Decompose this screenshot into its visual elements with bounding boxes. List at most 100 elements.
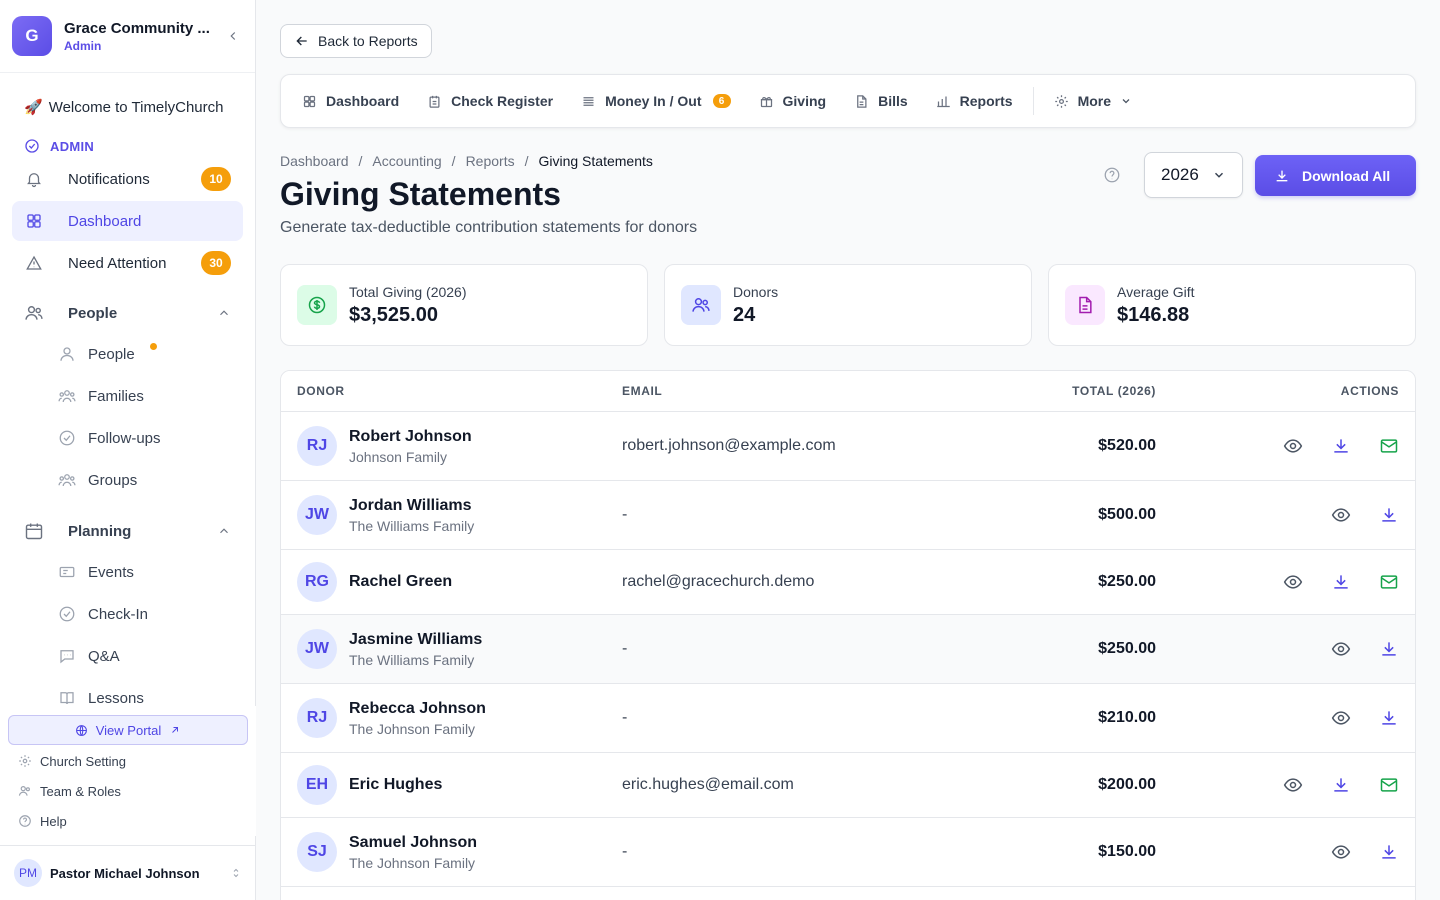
tab-check-register[interactable]: Check Register [427,93,553,109]
sidebar-item-label: Families [88,387,144,405]
donor-name[interactable]: Robert Johnson [349,428,472,446]
donor-email: rachel@gracechurch.demo [622,573,815,590]
sidebar-item-need-attention[interactable]: Need Attention 30 [12,243,243,283]
donor-name[interactable]: Jasmine Williams [349,631,482,649]
notifications-badge: 10 [201,167,231,191]
help-icon[interactable] [1103,166,1121,184]
sidebar-item-label: Notifications [68,170,150,188]
sidebar-section-people[interactable]: People [12,293,243,333]
year-select[interactable]: 2026 [1144,152,1243,198]
donor-name[interactable]: Rebecca Johnson [349,700,486,718]
team-roles-link[interactable]: Team & Roles [0,776,256,806]
user-icon [58,345,76,363]
tab-label: Check Register [451,93,554,109]
sidebar-item-label: Check-In [88,605,149,623]
breadcrumb-dashboard[interactable]: Dashboard [280,153,349,169]
collapse-sidebar-icon[interactable] [223,26,243,46]
column-header-email[interactable]: EMAIL [622,384,922,398]
breadcrumb-reports[interactable]: Reports [466,153,515,169]
donor-total: $210.00 [1098,709,1156,726]
download-all-button[interactable]: Download All [1255,155,1416,196]
welcome-label: Welcome to TimelyChurch [48,98,224,116]
download-statement-icon[interactable] [1379,708,1399,728]
donor-name[interactable]: Eric Hughes [349,776,442,794]
view-statement-icon[interactable] [1331,639,1351,659]
back-to-reports-button[interactable]: Back to Reports [280,24,432,58]
table-row[interactable]: EH Eric Hughes eric.hughes@email.com $200.0… [281,753,1415,818]
chat-icon [58,647,76,665]
download-statement-icon[interactable] [1379,639,1399,659]
table-row[interactable]: RJ Rebecca Johnson The Johnson Family - $210… [281,684,1415,753]
church-setting-link[interactable]: Church Setting [0,746,256,776]
breadcrumb-accounting[interactable]: Accounting [372,153,441,169]
tab-giving[interactable]: Giving [759,93,826,109]
view-statement-icon[interactable] [1283,775,1303,795]
help-link[interactable]: Help [0,806,256,836]
user-menu[interactable]: PM Pastor Michael Johnson [0,845,256,900]
breadcrumb-separator: / [524,153,529,169]
breadcrumb-separator: / [451,153,456,169]
sidebar-item-label: Dashboard [68,212,142,230]
view-statement-icon[interactable] [1283,436,1303,456]
tab-more[interactable]: More [1054,93,1132,109]
sidebar-item-qa[interactable]: Q&A [12,635,243,677]
table-row[interactable]: RJ Robert Johnson Johnson Family robert.joh… [281,412,1415,481]
view-portal-button[interactable]: View Portal [8,715,248,745]
tab-dashboard[interactable]: Dashboard [302,93,399,109]
column-header-total[interactable]: TOTAL (2026) [922,384,1156,398]
sidebar-item-people[interactable]: People [12,333,243,375]
sidebar-item-groups[interactable]: Groups [12,459,243,501]
column-header-actions: ACTIONS [1340,384,1399,398]
church-setting-label: Church Setting [40,753,126,769]
download-statement-icon[interactable] [1379,842,1399,862]
welcome-link[interactable]: 🚀 Welcome to TimelyChurch [12,93,243,121]
sidebar-item-events[interactable]: Events [12,551,243,593]
download-statement-icon[interactable] [1331,436,1351,456]
donor-name[interactable]: Samuel Johnson [349,834,477,852]
row-actions [1156,639,1415,659]
donor-family: The Johnson Family [349,720,476,737]
stats-row: Total Giving (2026) $3,525.00 Donors 24 … [280,264,1416,346]
new-indicator-dot [150,343,157,350]
email-statement-icon[interactable] [1379,572,1399,592]
sidebar-item-label: Need Attention [68,254,167,272]
donor-cell: SJ Samuel Johnson The Johnson Family [281,832,622,872]
tab-bills[interactable]: Bills [854,93,908,109]
tab-reports[interactable]: Reports [936,93,1013,109]
sidebar-footer: View Portal Church Setting Team & Roles … [0,706,256,836]
check-circle-icon [25,139,39,153]
email-statement-icon[interactable] [1379,436,1399,456]
org-header[interactable]: G Grace Community ... Admin [0,0,255,73]
donor-total: $200.00 [1098,776,1156,793]
sidebar-section-planning[interactable]: Planning [12,511,243,551]
sidebar-item-notifications[interactable]: Notifications 10 [12,159,243,199]
row-actions [1156,842,1415,862]
table-row[interactable]: JW Jordan Williams The Williams Family - $50… [281,481,1415,550]
sidebar-item-follow-ups[interactable]: Follow-ups [12,417,243,459]
donor-name[interactable]: Jordan Williams [349,497,474,515]
view-statement-icon[interactable] [1331,842,1351,862]
email-statement-icon[interactable] [1379,775,1399,795]
sidebar-item-dashboard[interactable]: Dashboard [12,201,243,241]
table-row[interactable]: SJ Samuel Johnson The Johnson Family - $150.… [281,818,1415,887]
table-row[interactable]: RG Rachel Green rachel@gracechurch.demo $25… [281,550,1415,615]
globe-icon [75,724,87,736]
view-statement-icon[interactable] [1283,572,1303,592]
download-statement-icon[interactable] [1331,572,1351,592]
sidebar-item-families[interactable]: Families [12,375,243,417]
column-header-donor[interactable]: DONOR [281,384,622,398]
view-statement-icon[interactable] [1331,505,1351,525]
sidebar-item-check-in[interactable]: Check-In [12,593,243,635]
row-actions [1156,708,1415,728]
chevron-down-icon [1214,172,1224,178]
download-statement-icon[interactable] [1379,505,1399,525]
donor-cell: RJ Robert Johnson Johnson Family [281,426,622,466]
view-statement-icon[interactable] [1331,708,1351,728]
donor-email: - [622,506,628,523]
download-statement-icon[interactable] [1331,775,1351,795]
tab-money-in-out[interactable]: Money In / Out 6 [581,93,731,109]
table-row[interactable]: JW Jasmine Williams The Williams Family - $2… [281,615,1415,684]
stat-card-average-gift: Average Gift $146.88 [1048,264,1416,346]
donor-name[interactable]: Rachel Green [349,573,452,591]
sidebar-item-label: Follow-ups [88,429,161,447]
